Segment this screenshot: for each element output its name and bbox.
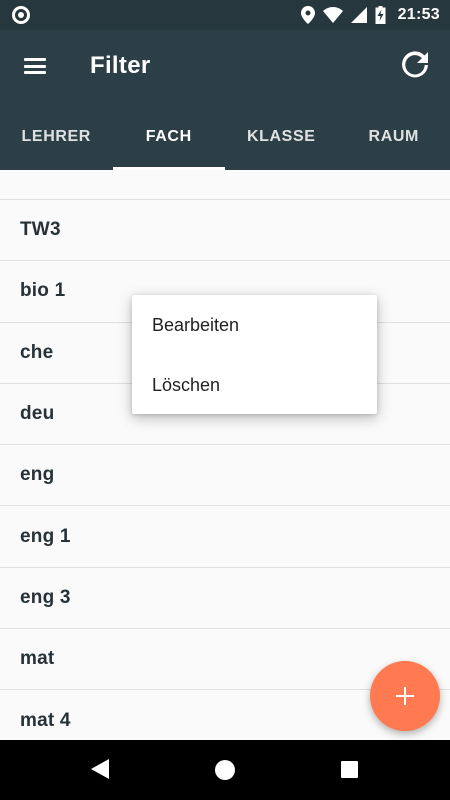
refresh-icon[interactable]: [400, 50, 430, 80]
home-icon[interactable]: [215, 760, 235, 780]
delete-menu-item[interactable]: Löschen: [132, 355, 377, 415]
menu-icon[interactable]: [22, 54, 48, 78]
list-item[interactable]: TW3: [0, 200, 450, 262]
tab-lehrer[interactable]: LEHRER: [0, 103, 113, 170]
recent-apps-icon[interactable]: [341, 761, 358, 778]
list-item[interactable]: eng 3: [0, 568, 450, 630]
tab-raum[interactable]: RAUM: [338, 103, 450, 170]
wifi-icon: [322, 7, 343, 23]
status-time: 21:53: [397, 6, 440, 23]
status-bar: 21:53: [0, 0, 450, 30]
tab-bar: LEHRER FACH KLASSE RAUM: [0, 103, 450, 170]
signal-icon: [350, 7, 367, 23]
tab-klasse[interactable]: KLASSE: [225, 103, 338, 170]
list-top-spacer: [0, 170, 450, 200]
add-button[interactable]: [370, 661, 440, 731]
tab-fach[interactable]: FACH: [112, 103, 226, 170]
edit-menu-item[interactable]: Bearbeiten: [132, 295, 377, 355]
location-icon: [300, 6, 315, 24]
list-item[interactable]: eng: [0, 445, 450, 507]
app-bar: Filter: [0, 30, 450, 103]
page-title: Filter: [90, 52, 151, 79]
navigation-bar: [0, 740, 450, 800]
battery-charging-icon: [375, 6, 386, 24]
list-item[interactable]: eng 1: [0, 506, 450, 568]
subject-list: TW3 bio 1 che deu eng eng 1 eng 3 mat ma…: [0, 170, 450, 752]
back-icon[interactable]: [90, 758, 110, 780]
context-menu: Bearbeiten Löschen: [132, 295, 377, 414]
notification-icon: [12, 6, 30, 24]
